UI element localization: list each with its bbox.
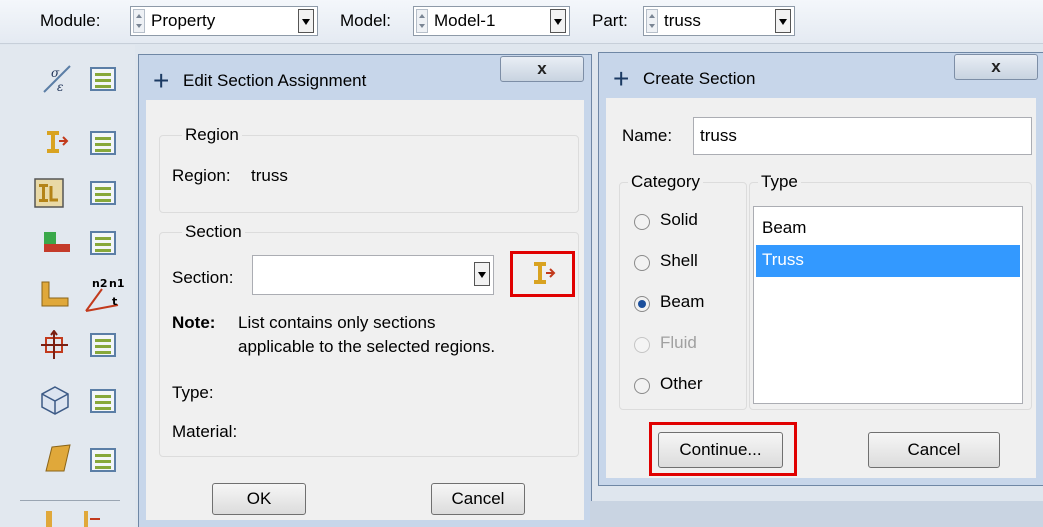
- close-button[interactable]: x: [954, 54, 1038, 80]
- composite-icon[interactable]: [40, 385, 70, 415]
- assign-section-icon[interactable]: [34, 178, 64, 208]
- dialog-title: Create Section: [643, 69, 756, 88]
- section-legend: Section: [182, 222, 245, 242]
- module-value: Property: [151, 11, 216, 30]
- special-icon[interactable]: [40, 330, 70, 360]
- svg-text:n1: n1: [109, 277, 125, 290]
- radio-other[interactable]: [634, 378, 650, 394]
- radio-shell[interactable]: [634, 255, 650, 271]
- model-value: Model-1: [434, 11, 496, 30]
- svg-text:σ: σ: [51, 66, 60, 80]
- cancel-button[interactable]: Cancel: [431, 483, 525, 515]
- skin-icon[interactable]: [44, 443, 74, 473]
- spinner-icon[interactable]: [646, 9, 658, 33]
- category-label-beam: Beam: [660, 292, 705, 311]
- part-value: truss: [664, 11, 701, 30]
- type-legend: Type: [758, 172, 801, 192]
- beam-tangent-icon[interactable]: n2 n1 t: [82, 275, 126, 315]
- name-input-value: truss: [700, 126, 737, 145]
- window-menu-icon[interactable]: +: [153, 67, 169, 95]
- stringer-assign-icon[interactable]: [80, 507, 110, 527]
- material-manager-icon[interactable]: σ ε: [42, 64, 72, 94]
- section-label: Section:: [172, 268, 234, 287]
- part-combo[interactable]: truss: [643, 6, 795, 36]
- section-select[interactable]: [252, 255, 494, 295]
- category-label-shell: Shell: [660, 251, 698, 270]
- close-button[interactable]: x: [500, 56, 584, 82]
- note-label: Note:: [172, 313, 216, 332]
- radio-beam[interactable]: [634, 296, 650, 312]
- svg-text:t: t: [112, 295, 117, 308]
- material-table-icon[interactable]: [90, 67, 116, 91]
- create-section-icon[interactable]: [40, 127, 70, 157]
- model-combo[interactable]: Model-1: [413, 6, 570, 36]
- toolbox-divider: [20, 500, 120, 501]
- chevron-down-icon[interactable]: [550, 9, 566, 33]
- note-line-1: List contains only sections: [238, 313, 436, 332]
- cancel-button[interactable]: Cancel: [868, 432, 1000, 468]
- type-item-beam[interactable]: Beam: [756, 213, 1020, 245]
- create-section-dialog: + Create Section x Name: truss Category …: [598, 52, 1043, 486]
- radio-solid[interactable]: [634, 214, 650, 230]
- canvas-background: [590, 501, 1043, 527]
- name-input[interactable]: truss: [693, 117, 1032, 155]
- highlight-box: [510, 251, 575, 297]
- toolbox: σ ε n2 n1 t: [0, 45, 135, 527]
- model-label: Model:: [340, 11, 392, 30]
- category-legend: Category: [628, 172, 703, 192]
- type-label: Type:: [172, 383, 214, 402]
- svg-text:n2: n2: [92, 277, 108, 290]
- assignment-table-icon[interactable]: [90, 181, 116, 205]
- ok-button[interactable]: OK: [212, 483, 306, 515]
- context-bar: Module: Property Model: Model-1 Part: tr…: [0, 0, 1043, 44]
- special-table-icon[interactable]: [90, 333, 116, 357]
- chevron-down-icon[interactable]: [474, 262, 490, 286]
- region-value: truss: [251, 166, 288, 185]
- beam-orientation-icon[interactable]: [40, 280, 70, 310]
- module-combo[interactable]: Property: [130, 6, 318, 36]
- assign-orientation-icon[interactable]: [42, 228, 72, 258]
- region-legend: Region: [182, 125, 242, 145]
- svg-text:ε: ε: [57, 80, 63, 94]
- type-listbox[interactable]: Beam Truss: [753, 206, 1023, 404]
- orientation-table-icon[interactable]: [90, 231, 116, 255]
- title-bar[interactable]: + Create Section x: [606, 54, 1038, 98]
- category-label-solid: Solid: [660, 210, 698, 229]
- module-label: Module:: [40, 11, 101, 30]
- chevron-down-icon[interactable]: [775, 9, 791, 33]
- edit-section-assignment-dialog: + Edit Section Assignment x Region Regio…: [138, 54, 592, 527]
- dialog-title: Edit Section Assignment: [183, 71, 367, 90]
- category-label-fluid: Fluid: [660, 333, 697, 352]
- name-label: Name:: [622, 126, 673, 145]
- radio-fluid: [634, 337, 650, 353]
- window-menu-icon[interactable]: +: [613, 65, 629, 93]
- composite-table-icon[interactable]: [90, 389, 116, 413]
- skin-table-icon[interactable]: [90, 448, 116, 472]
- stringer-icon[interactable]: [42, 507, 72, 527]
- part-label: Part:: [592, 11, 628, 30]
- spinner-icon[interactable]: [416, 9, 428, 33]
- note-line-2: applicable to the selected regions.: [238, 337, 496, 356]
- highlight-box: [649, 422, 797, 476]
- title-bar[interactable]: + Edit Section Assignment x: [146, 56, 584, 100]
- section-table-icon[interactable]: [90, 131, 116, 155]
- material-label: Material:: [172, 422, 238, 441]
- region-label: Region:: [172, 166, 231, 185]
- type-item-truss[interactable]: Truss: [756, 245, 1020, 277]
- category-label-other: Other: [660, 374, 703, 393]
- spinner-icon[interactable]: [133, 9, 145, 33]
- chevron-down-icon[interactable]: [298, 9, 314, 33]
